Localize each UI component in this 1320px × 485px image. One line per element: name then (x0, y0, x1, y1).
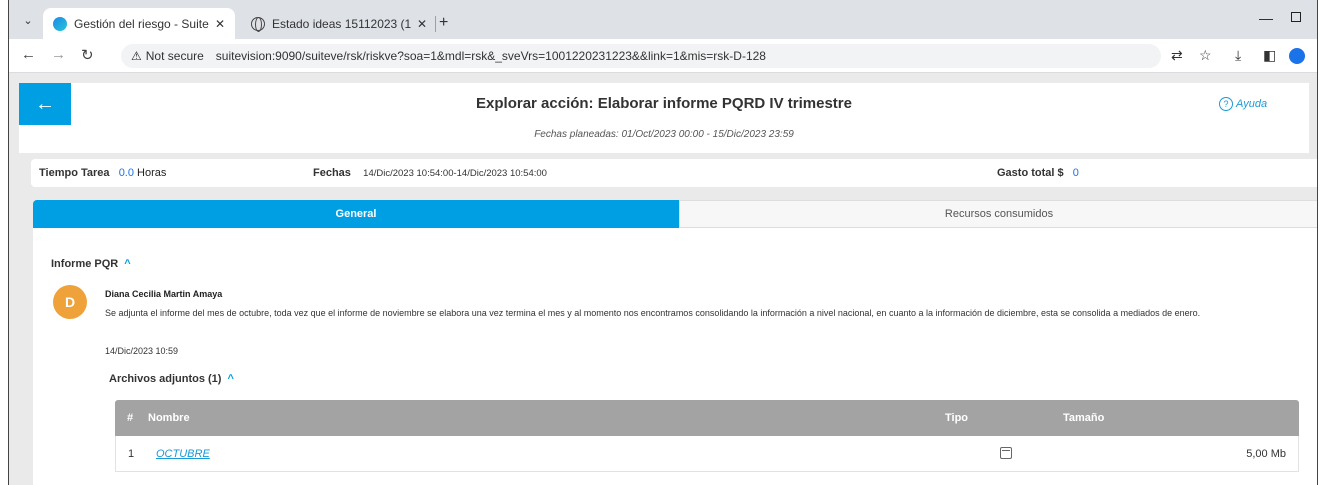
new-tab-icon[interactable]: + (439, 14, 448, 32)
restore-icon[interactable] (1291, 12, 1301, 22)
planned-dates: Fechas planeadas: 01/Oct/2023 00:00 - 15… (534, 129, 794, 140)
download-icon[interactable]: ⤓ (1235, 47, 1241, 64)
col-number: # (127, 412, 134, 424)
col-size[interactable]: Tamaño (1063, 412, 1104, 424)
tab-title: Estado ideas 15112023 (1).pdf (272, 16, 411, 31)
file-type-icon (1000, 447, 1012, 459)
table-row[interactable]: 1 OCTUBRE 5,00 Mb (115, 436, 1299, 472)
section-header[interactable]: Informe PQR ^ (51, 258, 131, 270)
total-expense: Gasto total $ 0 (997, 167, 1079, 179)
tab-general[interactable]: General (33, 200, 679, 228)
globe-icon (251, 16, 265, 32)
translate-icon[interactable]: ⇄ (1171, 47, 1183, 64)
section-tabs: General Recursos consumidos (33, 200, 1317, 228)
security-label: Not secure (145, 49, 204, 63)
back-arrow-icon[interactable]: ← (21, 46, 36, 63)
total-expense-label: Gasto total $ (997, 167, 1064, 179)
chevron-up-icon[interactable]: ^ (227, 373, 233, 385)
warning-icon: ⚠ (131, 49, 142, 63)
browser-window: ⌄ Gestión del riesgo - Suite Visión ✕ Es… (8, 0, 1318, 485)
help-link[interactable]: ? Ayuda (1219, 97, 1267, 111)
help-label: Ayuda (1236, 98, 1268, 110)
comment-text: Se adjunta el informe del mes de octubre… (105, 308, 1201, 318)
section-title: Informe PQR (51, 258, 119, 270)
browser-toolbar: ← → ↻ ⚠ Not secure suitevision:9090/suit… (9, 39, 1317, 73)
suite-vision-favicon-icon (53, 16, 67, 31)
attachments-header[interactable]: Archivos adjuntos (1) ^ (109, 373, 234, 385)
tab-strip: ⌄ Gestión del riesgo - Suite Visión ✕ Es… (9, 0, 1317, 39)
file-size: 5,00 Mb (1246, 448, 1286, 460)
bookmark-star-icon[interactable]: ☆ (1199, 47, 1212, 64)
task-time-unit: Horas (137, 167, 167, 179)
attachments-table: # Nombre Tipo Tamaño 1 OCTUBRE 5,00 Mb (115, 400, 1299, 472)
browser-tab-active[interactable]: Gestión del riesgo - Suite Visión ✕ (43, 8, 235, 39)
task-stats-bar: Tiempo Tarea 0.0 Horas Fechas 14/Dic/202… (31, 159, 1317, 187)
task-time-label: Tiempo Tarea (39, 167, 110, 179)
side-panel-icon[interactable]: ◧ (1263, 47, 1276, 64)
col-name[interactable]: Nombre (148, 412, 190, 424)
task-dates-value: 14/Dic/2023 10:54:00-14/Dic/2023 10:54:0… (363, 168, 547, 179)
address-bar[interactable]: ⚠ Not secure suitevision:9090/suiteve/rs… (121, 44, 1161, 68)
profile-avatar-icon[interactable] (1289, 48, 1305, 64)
comment-author: Diana Cecilia Martin Amaya (105, 289, 223, 299)
total-expense-value: 0 (1072, 167, 1079, 179)
reload-icon[interactable]: ↻ (81, 46, 94, 64)
file-name-link[interactable]: OCTUBRE (156, 448, 210, 460)
forward-arrow-icon[interactable]: → (51, 46, 66, 63)
tab-search-icon[interactable]: ⌄ (19, 12, 37, 30)
row-number: 1 (128, 448, 135, 460)
browser-tab[interactable]: Estado ideas 15112023 (1).pdf ✕ (241, 8, 437, 39)
table-header: # Nombre Tipo Tamaño (115, 400, 1299, 436)
tab-separator (435, 16, 436, 32)
avatar: D (53, 285, 87, 319)
attachments-title: Archivos adjuntos (1) (109, 373, 222, 385)
comment-timestamp: 14/Dic/2023 10:59 (105, 346, 179, 356)
general-panel: Informe PQR ^ D Diana Cecilia Martin Amay… (33, 228, 1317, 485)
tab-recursos-consumidos[interactable]: Recursos consumidos (679, 200, 1317, 228)
help-icon: ? (1219, 97, 1233, 111)
page-title: Explorar acción: Elaborar informe PQRD I… (476, 95, 852, 112)
task-dates: Fechas 14/Dic/2023 10:54:00-14/Dic/2023 … (313, 167, 547, 179)
close-tab-icon[interactable]: ✕ (215, 17, 225, 31)
chevron-up-icon[interactable]: ^ (124, 258, 130, 270)
col-type[interactable]: Tipo (945, 412, 968, 424)
close-tab-icon[interactable]: ✕ (417, 17, 427, 31)
url-text[interactable]: suitevision:9090/suiteve/rsk/riskve?soa=… (216, 49, 766, 63)
task-dates-label: Fechas (313, 167, 351, 179)
minimize-icon[interactable]: — (1259, 10, 1273, 26)
task-time-value: 0.0 (118, 167, 134, 179)
page-content: ← Explorar acción: Elaborar informe PQRD… (9, 73, 1317, 485)
task-time: Tiempo Tarea 0.0 Horas (39, 167, 166, 179)
page-header: ← Explorar acción: Elaborar informe PQRD… (19, 83, 1309, 153)
tab-title: Gestión del riesgo - Suite Visión (74, 16, 209, 31)
